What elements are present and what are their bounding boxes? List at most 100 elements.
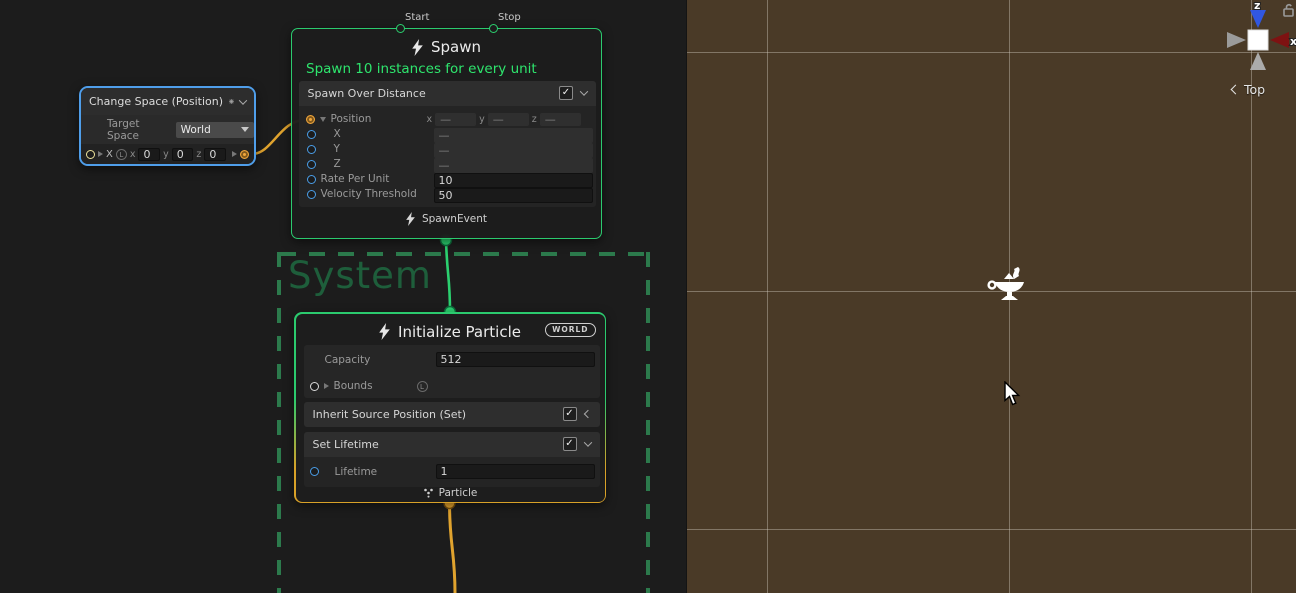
stop-port-label: Stop — [498, 12, 521, 23]
target-space-value: World — [181, 124, 241, 136]
visual-effect-gizmo-icon[interactable] — [986, 264, 1032, 310]
velocity-threshold-label: Velocity Threshold — [321, 188, 417, 200]
x-axis-cone[interactable] — [1270, 32, 1289, 48]
position-output-port[interactable] — [240, 150, 249, 159]
position-row[interactable]: Position x — y — z — — [299, 112, 597, 127]
lightning-icon — [379, 323, 390, 340]
x-value-field[interactable]: 0 — [138, 148, 160, 161]
x-input-port[interactable] — [86, 150, 95, 159]
x-axis-label: x — [1290, 35, 1296, 48]
expander-icon[interactable] — [98, 151, 103, 157]
block-enabled-checkbox[interactable] — [563, 437, 577, 451]
set-lifetime-header[interactable]: Set Lifetime — [304, 432, 600, 457]
spawn-node-header[interactable]: Spawn — [292, 36, 601, 58]
z-value-field[interactable]: 0 — [204, 148, 226, 161]
neg-z-axis-cone[interactable] — [1250, 52, 1266, 70]
y-axis-label: y — [163, 149, 169, 160]
capacity-label: Capacity — [325, 354, 371, 366]
x-input-port[interactable] — [307, 130, 316, 139]
chevron-down-icon[interactable] — [580, 87, 588, 95]
z-axis-label: z — [532, 114, 537, 125]
bounds-label: Bounds — [334, 380, 373, 392]
lifetime-input-port[interactable] — [310, 467, 319, 476]
z-input-port[interactable] — [307, 160, 316, 169]
lifetime-row[interactable]: Lifetime 1 — [304, 457, 600, 487]
gear-icon[interactable] — [229, 95, 234, 108]
initialize-particle-node[interactable]: Initialize Particle WORLD Capacity 512 B… — [294, 312, 606, 503]
y-axis-label: y — [479, 114, 485, 125]
spawn-context-node[interactable]: Start Stop Spawn Spawn 10 instances for … — [291, 28, 602, 239]
velocity-threshold-field[interactable]: 50 — [434, 188, 594, 203]
scene-view[interactable]: z x Top — [686, 0, 1296, 593]
change-space-node[interactable]: Change Space (Position) Target Space Wor… — [79, 86, 256, 166]
inherit-source-position-block[interactable]: Inherit Source Position (Set) — [304, 402, 600, 427]
wire-particle[interactable] — [450, 503, 456, 593]
x-row[interactable]: X — — [299, 127, 597, 142]
world-space-badge[interactable]: WORLD — [545, 323, 595, 337]
vfx-graph-panel[interactable]: System Change Space (Position) Target Sp… — [0, 0, 686, 593]
spawn-over-distance-header[interactable]: Spawn Over Distance — [299, 81, 597, 106]
bounds-row[interactable]: Bounds L — [304, 375, 600, 398]
z-row[interactable]: Z — — [299, 157, 597, 172]
chevron-down-icon[interactable] — [583, 438, 591, 446]
position-input-port[interactable] — [306, 115, 315, 124]
spawn-over-distance-block[interactable]: Spawn Over Distance Position x — y — z — — [299, 81, 597, 207]
lock-icon[interactable] — [1284, 5, 1293, 16]
neg-x-axis-cone[interactable] — [1227, 32, 1246, 48]
capacity-field[interactable]: 512 — [436, 352, 595, 367]
expander-icon[interactable] — [324, 383, 329, 389]
mouse-cursor — [1004, 381, 1022, 407]
gizmo-center-cube[interactable] — [1248, 30, 1268, 50]
change-space-settings-row: Target Space World — [81, 115, 254, 144]
rate-per-unit-row[interactable]: Rate Per Unit 10 — [299, 172, 597, 187]
chevron-left-icon — [1231, 85, 1241, 95]
system-group-border-right — [646, 252, 650, 593]
spawn-node-title: Spawn — [431, 38, 481, 56]
view-mode-label: Top — [1244, 82, 1265, 97]
change-space-io-row: X L x 0 y 0 z 0 — [81, 144, 254, 164]
y-field[interactable]: — — [434, 143, 594, 158]
chevron-left-icon[interactable] — [583, 410, 591, 418]
velocity-threshold-row[interactable]: Velocity Threshold 50 — [299, 187, 597, 202]
bounds-input-port[interactable] — [310, 382, 319, 391]
z-axis-label: z — [1254, 0, 1260, 12]
z-field[interactable]: — — [434, 158, 594, 173]
block-enabled-checkbox[interactable] — [563, 407, 577, 421]
system-group-label[interactable]: System — [288, 254, 432, 297]
set-lifetime-block[interactable]: Set Lifetime Lifetime 1 — [304, 432, 600, 487]
z-label: Z — [334, 158, 341, 170]
x-field[interactable]: — — [434, 128, 594, 143]
target-space-dropdown[interactable]: World — [176, 122, 254, 138]
target-space-label: Target Space — [107, 118, 170, 142]
initialize-node-footer: Particle — [296, 487, 605, 499]
block-enabled-checkbox[interactable] — [559, 86, 573, 100]
expander-down-icon[interactable] — [320, 117, 326, 122]
initialize-node-title: Initialize Particle — [398, 323, 521, 341]
y-row[interactable]: Y — — [299, 142, 597, 157]
system-group-border-left — [277, 252, 281, 593]
change-space-title: Change Space (Position) — [89, 95, 223, 108]
stop-flow-port[interactable] — [489, 24, 498, 33]
start-flow-port[interactable] — [396, 24, 405, 33]
spawn-node-subtitle: Spawn 10 instances for every unit — [306, 61, 601, 77]
view-mode-selector[interactable]: Top — [1232, 82, 1265, 97]
z-axis-cone[interactable] — [1250, 10, 1266, 28]
local-space-icon[interactable]: L — [417, 381, 428, 392]
capacity-row[interactable]: Capacity 512 — [304, 345, 600, 375]
chevron-down-icon[interactable] — [239, 96, 247, 104]
velocity-threshold-port[interactable] — [307, 190, 316, 199]
rate-per-unit-port[interactable] — [307, 175, 316, 184]
dropdown-arrow-icon — [241, 127, 249, 132]
y-value-field[interactable]: 0 — [172, 148, 194, 161]
change-space-title-bar[interactable]: Change Space (Position) — [81, 88, 254, 115]
y-input-port[interactable] — [307, 145, 316, 154]
wire-spawnevent[interactable] — [446, 240, 450, 312]
lifetime-field[interactable]: 1 — [436, 464, 595, 479]
position-z-field[interactable]: — — [540, 113, 581, 126]
local-space-icon[interactable]: L — [116, 149, 127, 160]
lightning-icon — [406, 212, 415, 226]
position-x-field[interactable]: — — [435, 113, 476, 126]
rate-per-unit-field[interactable]: 10 — [434, 173, 594, 188]
lifetime-label: Lifetime — [335, 466, 378, 478]
position-y-field[interactable]: — — [488, 113, 529, 126]
